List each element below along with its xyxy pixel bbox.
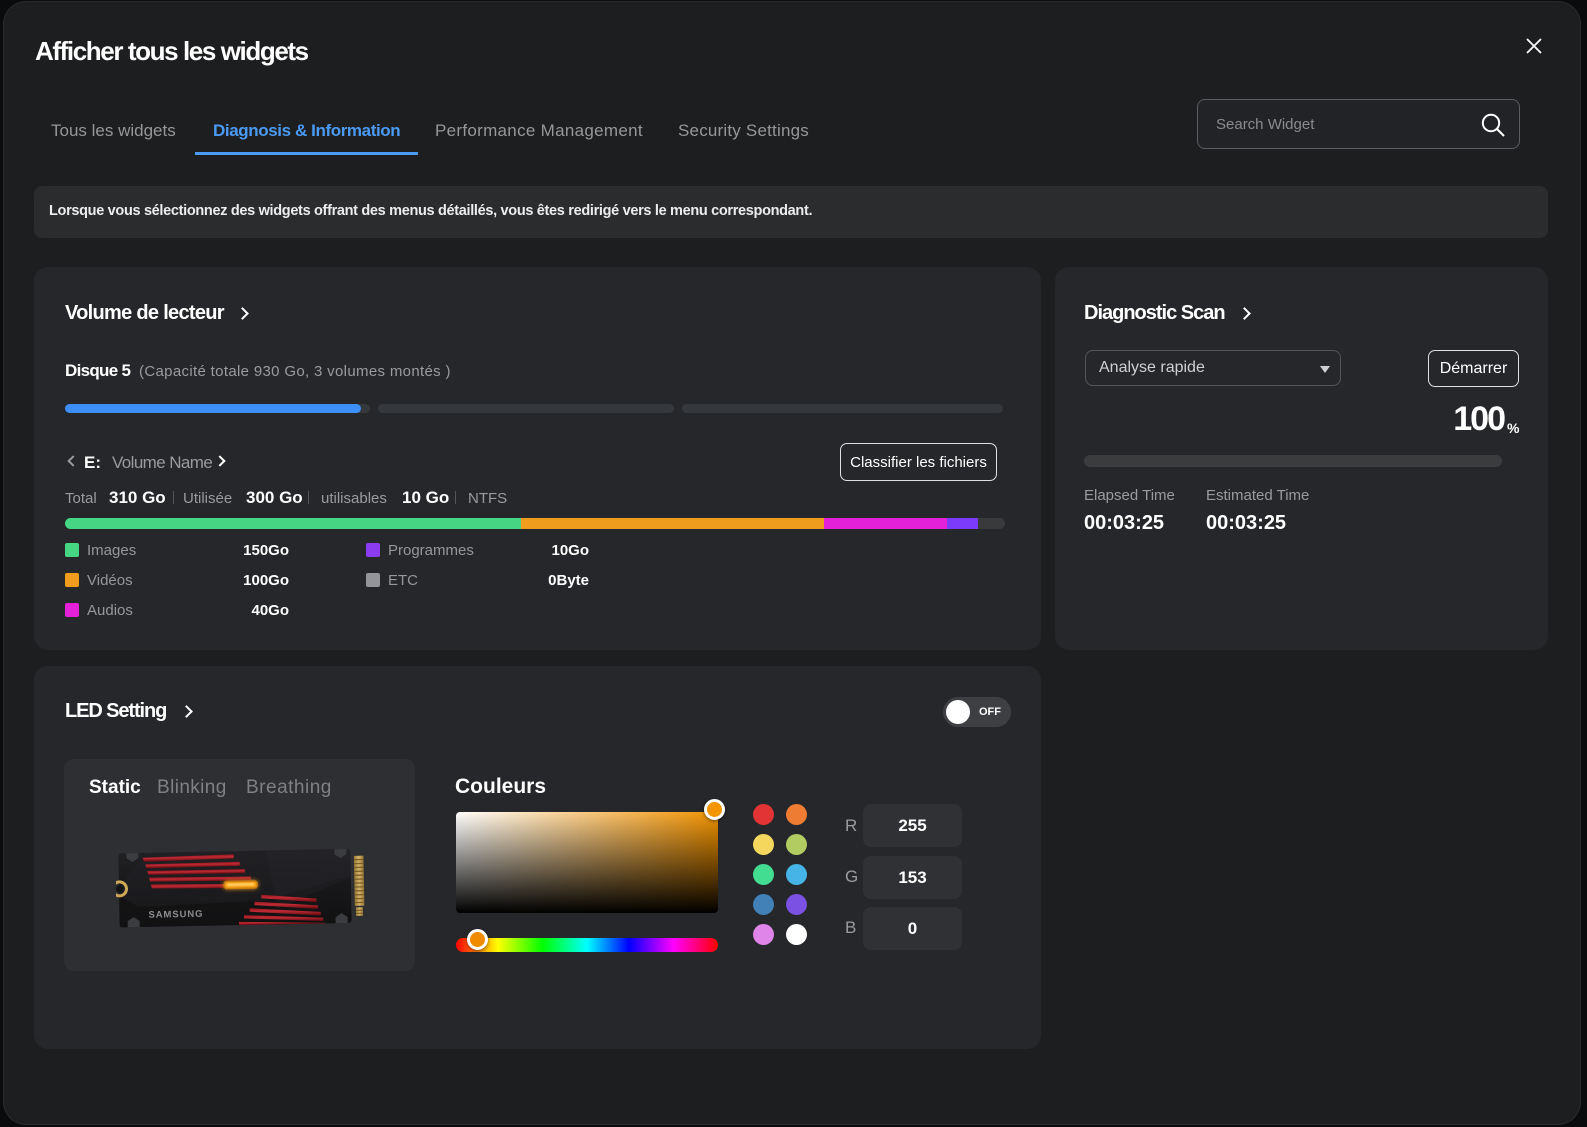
svg-text:SAMSUNG: SAMSUNG	[148, 909, 203, 921]
